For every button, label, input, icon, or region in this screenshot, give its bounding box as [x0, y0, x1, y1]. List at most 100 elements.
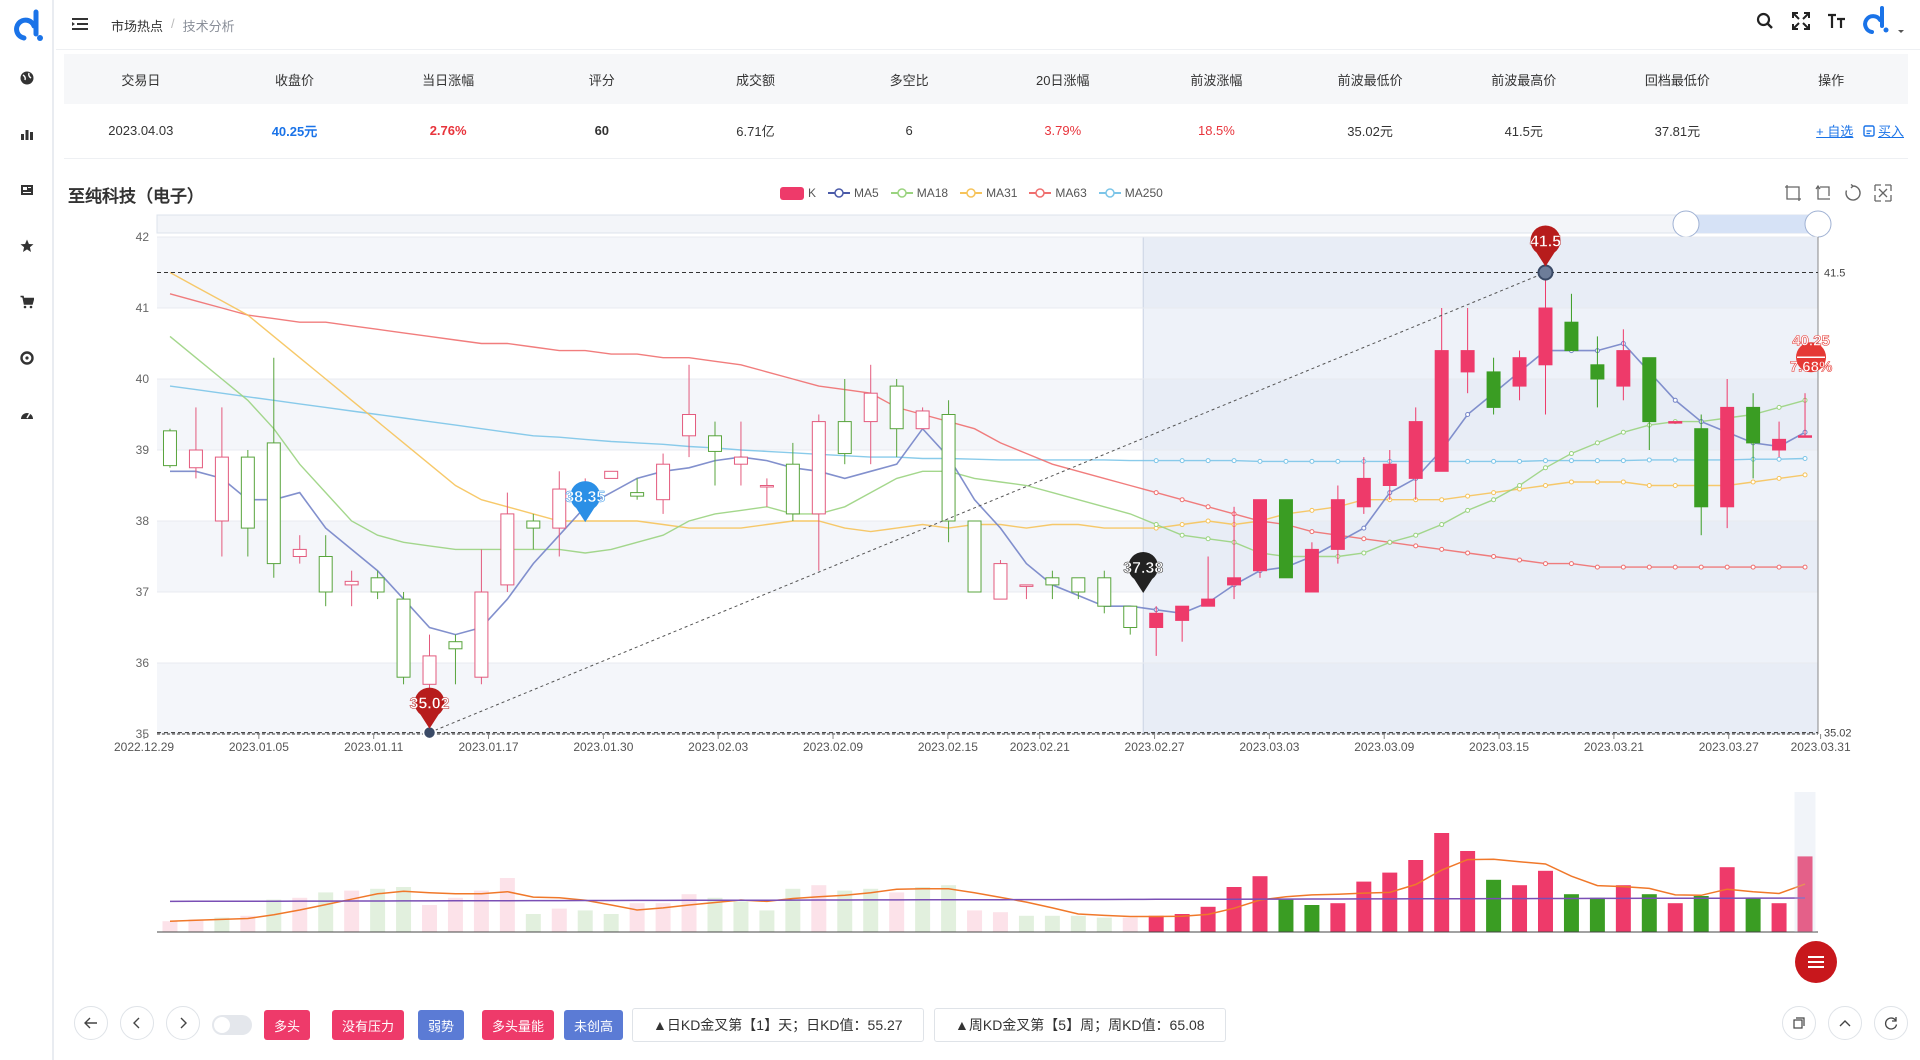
ma63-point	[1672, 564, 1678, 570]
x-tick-label: 2023.02.21	[1010, 740, 1070, 754]
candle	[1071, 577, 1086, 593]
volume-bar	[447, 897, 463, 932]
candle	[1642, 357, 1657, 423]
volume-bar	[396, 887, 412, 932]
volume-bar	[1252, 876, 1268, 932]
ma18-point	[1491, 497, 1497, 503]
volume-bar	[733, 901, 749, 932]
x-tick-label: 2023.02.27	[1125, 740, 1185, 754]
y-tick-label: 38	[136, 514, 150, 528]
volume-bar	[1330, 903, 1346, 932]
chart-menu-fab[interactable]	[1795, 941, 1837, 983]
volume-bar	[1745, 897, 1761, 932]
prev-button[interactable]	[120, 1006, 154, 1040]
volume-bar	[1122, 917, 1138, 932]
volume-bar	[344, 890, 360, 932]
ma5-point	[1465, 412, 1471, 417]
candle	[1694, 428, 1709, 508]
candle	[344, 580, 359, 586]
y-tick-label: 35	[136, 727, 150, 741]
back-button[interactable]	[74, 1006, 108, 1040]
last-change-label: 7.68%	[1790, 358, 1833, 375]
candle	[292, 548, 307, 558]
candle	[1097, 577, 1112, 607]
scroll-top-button[interactable]	[1828, 1006, 1862, 1040]
toggle-switch[interactable]	[212, 1015, 252, 1035]
x-tick-label: 2023.02.03	[688, 740, 748, 754]
candle	[889, 385, 904, 430]
ma250-point	[1517, 458, 1523, 464]
candle	[1175, 605, 1190, 621]
ma250-point	[1802, 456, 1808, 462]
candle	[552, 488, 567, 529]
ma63-point	[1413, 543, 1419, 549]
copy-button[interactable]	[1782, 1006, 1816, 1040]
volume-bar	[1719, 867, 1735, 932]
tag-no-pressure[interactable]: 没有压力	[332, 1010, 405, 1040]
volume-bar	[1096, 917, 1112, 932]
ma18-point	[1568, 451, 1574, 457]
volume-bar	[292, 897, 308, 932]
ma63-point	[1542, 561, 1548, 567]
ma63-point	[1568, 561, 1574, 567]
candle	[1123, 605, 1138, 629]
candle	[1382, 463, 1397, 487]
ma18-point	[1205, 536, 1211, 542]
kd-daily-info: ▲日KD金叉第【1】天；日KD值：55.27	[632, 1008, 924, 1042]
tag-bull-volume[interactable]: 多头量能	[482, 1010, 555, 1040]
x-tick-label: 2022.12.29	[114, 740, 174, 754]
ma31-point	[1542, 483, 1548, 488]
ma63-point	[1205, 504, 1211, 510]
x-tick-label: 2023.02.15	[918, 740, 978, 754]
candle	[1408, 421, 1423, 479]
ma250-point	[1283, 458, 1289, 464]
volume-bar	[525, 914, 541, 932]
volume-bar	[1486, 879, 1502, 932]
x-tick-label: 2023.01.11	[344, 740, 403, 754]
volume-bar	[499, 878, 515, 932]
volume-bar	[811, 885, 827, 932]
candle	[811, 421, 826, 515]
candle	[733, 456, 748, 465]
x-tick-label: 2023.03.21	[1584, 740, 1644, 754]
ma250-point	[1179, 458, 1185, 464]
ma18-point	[1413, 532, 1419, 538]
candle	[1304, 548, 1319, 593]
volume-bar	[162, 921, 178, 932]
ma18-point	[1517, 483, 1523, 488]
range-start-marker-label: 37.38	[1123, 560, 1163, 577]
next-button[interactable]	[166, 1006, 200, 1040]
candle	[1616, 350, 1631, 387]
ma250-point	[1620, 458, 1626, 464]
candle	[266, 442, 281, 565]
ma63-point	[1620, 564, 1626, 570]
x-tick-label: 2023.01.17	[458, 740, 518, 754]
ma31-point	[1672, 483, 1678, 488]
candle	[526, 520, 541, 529]
last-price-label: 40.25	[1792, 332, 1830, 349]
tag-weak[interactable]: 弱势	[418, 1010, 465, 1040]
ma250-point	[1542, 458, 1548, 464]
volume-bar	[1615, 885, 1631, 932]
ma18-point	[1361, 550, 1367, 556]
candle	[1460, 350, 1475, 373]
volume-bar	[1044, 915, 1060, 932]
y-tick-label: 37	[136, 585, 150, 599]
refresh-button[interactable]	[1874, 1006, 1908, 1040]
tag-bullish[interactable]: 多头	[264, 1010, 311, 1040]
candle	[1512, 357, 1527, 387]
ma63-point	[1153, 490, 1159, 496]
high-price-axis-label: 41.5	[1824, 268, 1845, 280]
ma250-point	[1568, 458, 1574, 464]
kline-chart[interactable]: 42 41 40 39 38 37 36 352022.12.29 2023.01.05 2023…	[0, 0, 1920, 1060]
ma250-point	[1776, 456, 1782, 462]
volume-bar	[1460, 851, 1476, 932]
volume-bar	[785, 888, 801, 932]
candle	[318, 556, 333, 593]
ma250-point	[1465, 458, 1471, 464]
candle	[1538, 307, 1553, 366]
tag-no-new-high[interactable]: 未创高	[564, 1010, 624, 1040]
volume-bar	[577, 910, 593, 932]
volume-bar	[967, 910, 983, 932]
bottom-bar: 多头 没有压力 弱势 多头量能 未创高 ▲日KD金叉第【1】天；日KD值：55.…	[74, 1006, 1908, 1042]
